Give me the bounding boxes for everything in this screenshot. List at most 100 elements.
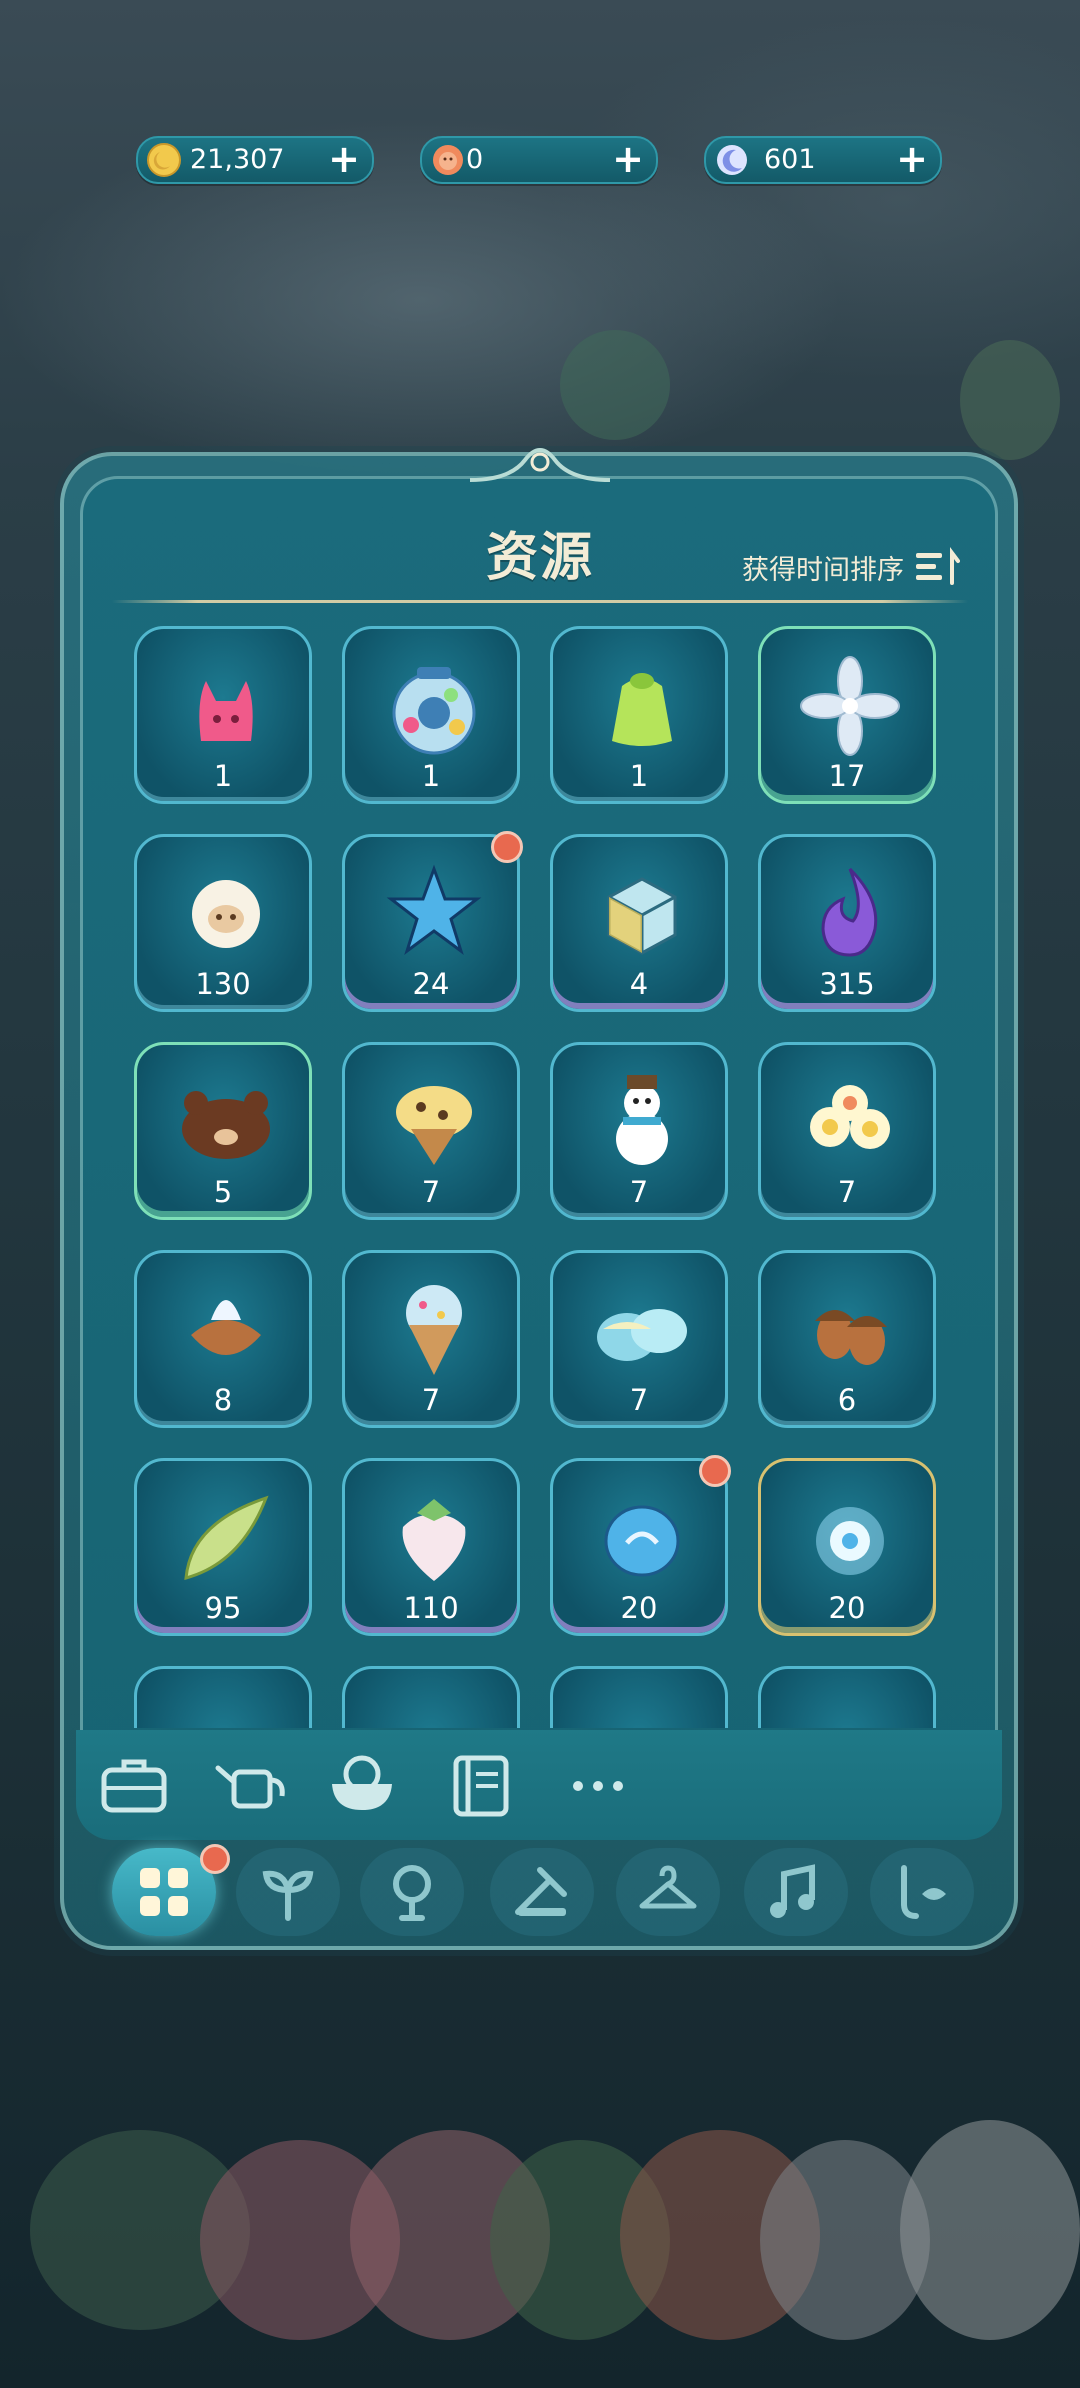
item-count: 7: [421, 1383, 441, 1417]
resource-item[interactable]: 20: [550, 1455, 731, 1636]
item-count: 1: [629, 759, 649, 793]
add-moon-token-button[interactable]: +: [894, 140, 930, 178]
crystal-cube-icon: [607, 877, 677, 955]
notification-badge: [491, 831, 523, 863]
moon-token-value: 601: [764, 144, 816, 175]
item-count: 110: [403, 1591, 459, 1625]
resource-item[interactable]: 7: [550, 1250, 728, 1428]
item-count: 315: [819, 967, 875, 1001]
resource-item[interactable]: 130: [134, 834, 312, 1012]
resource-item[interactable]: 7: [758, 1042, 936, 1220]
music-icon: [770, 1864, 815, 1918]
grid-icon: [140, 1868, 188, 1916]
resource-item[interactable]: 20: [758, 1458, 936, 1636]
item-count: 17: [828, 759, 866, 793]
resource-item[interactable]: [758, 1666, 936, 1728]
background-tree: [560, 330, 670, 440]
tab-tools[interactable]: [490, 1848, 594, 1936]
spirit-orb-icon: [816, 1507, 884, 1575]
taiyaki-icecream-icon: [191, 1300, 261, 1355]
tab-wardrobe[interactable]: [616, 1848, 720, 1936]
item-count: 20: [828, 1591, 866, 1625]
tab-fishing[interactable]: [870, 1848, 974, 1936]
sort-by-time-button[interactable]: 获得时间排序: [742, 544, 960, 590]
resource-item[interactable]: 1: [134, 626, 312, 804]
tools-icon: [515, 1867, 567, 1916]
hanger-icon: [639, 1865, 697, 1909]
watering-can-icon[interactable]: [212, 1750, 288, 1820]
pink-cat-icon: [199, 681, 253, 741]
resource-grid: 1 1 1 17 130 24 4 315 5 7 7 7 8 7 7 6 95 110 20 20: [120, 620, 960, 1728]
add-flower-token-button[interactable]: +: [610, 140, 646, 178]
flower-token-icon: [433, 145, 463, 175]
background-tree: [900, 2120, 1080, 2340]
blue-dumpling-icon: [597, 1309, 687, 1361]
item-count: 7: [421, 1175, 441, 1209]
resource-item[interactable]: 95: [134, 1458, 312, 1636]
rainbow-cone-icon: [406, 1285, 462, 1375]
resource-item[interactable]: 24: [342, 831, 523, 1012]
item-count: 130: [195, 967, 251, 1001]
item-count: 7: [837, 1175, 857, 1209]
sort-label: 获得时间排序: [742, 554, 904, 586]
moon-token-counter[interactable]: 601 +: [704, 136, 942, 184]
item-count: 7: [629, 1383, 649, 1417]
item-count: 95: [204, 1591, 242, 1625]
tab-seeds[interactable]: [236, 1848, 340, 1936]
item-count: 1: [421, 759, 441, 793]
tree-icon: [393, 1865, 431, 1921]
green-jelly-icon: [612, 673, 672, 746]
resource-item[interactable]: 1: [342, 626, 520, 804]
strawberry-icon: [402, 1499, 466, 1581]
moon-token-icon: [717, 145, 747, 175]
resource-item[interactable]: 7: [342, 1250, 520, 1428]
resource-item[interactable]: [550, 1666, 728, 1728]
food-bowl-icon[interactable]: [324, 1750, 400, 1820]
background-tree: [960, 340, 1060, 460]
coin-counter[interactable]: 21,307 +: [136, 136, 374, 184]
bear-donut-icon: [182, 1091, 270, 1159]
fishing-icon: [901, 1865, 946, 1919]
book-icon[interactable]: [442, 1750, 518, 1820]
blue-shell-icon: [604, 1505, 680, 1577]
sort-icon: [916, 547, 960, 585]
resource-item[interactable]: [134, 1666, 312, 1728]
resource-item[interactable]: 1: [550, 626, 728, 804]
title-divider: [112, 600, 968, 603]
resource-item[interactable]: [342, 1666, 520, 1728]
briefcase-icon[interactable]: [96, 1750, 172, 1820]
resource-item[interactable]: 110: [342, 1458, 520, 1636]
item-count: 1: [213, 759, 233, 793]
item-count: 5: [213, 1175, 233, 1209]
resource-item[interactable]: 7: [550, 1042, 728, 1220]
resource-item[interactable]: 4: [550, 834, 728, 1012]
resource-item[interactable]: 17: [758, 626, 936, 804]
notification-badge: [699, 1455, 731, 1487]
sprout-icon: [262, 1870, 314, 1921]
tab-music[interactable]: [744, 1848, 848, 1936]
resource-item[interactable]: 6: [758, 1250, 936, 1428]
purple-flame-icon: [821, 867, 878, 957]
more-icon[interactable]: [560, 1750, 636, 1820]
tab-resources[interactable]: [112, 1844, 230, 1936]
coin-icon: [147, 143, 181, 177]
daisy-bunch-icon: [810, 1085, 890, 1149]
resource-item[interactable]: 7: [342, 1042, 520, 1220]
acorn-icon: [815, 1310, 887, 1365]
sheep-icon: [192, 880, 260, 948]
flower-token-counter[interactable]: 0 +: [420, 136, 658, 184]
tab-plants[interactable]: [360, 1848, 464, 1936]
item-count: 20: [620, 1591, 658, 1625]
add-coin-button[interactable]: +: [326, 140, 362, 178]
white-flower-icon: [800, 656, 900, 756]
resource-item[interactable]: 5: [134, 1042, 312, 1220]
item-count: 6: [837, 1383, 857, 1417]
flower-token-value: 0: [466, 144, 484, 175]
snowman-icon: [616, 1075, 668, 1165]
bamboo-shoot-icon: [184, 1495, 269, 1581]
item-count: 24: [412, 967, 450, 1001]
resource-item[interactable]: 315: [758, 834, 936, 1012]
page-title: 资源: [485, 528, 594, 588]
resource-item[interactable]: 8: [134, 1250, 312, 1428]
panel-crest-icon: [470, 448, 610, 482]
